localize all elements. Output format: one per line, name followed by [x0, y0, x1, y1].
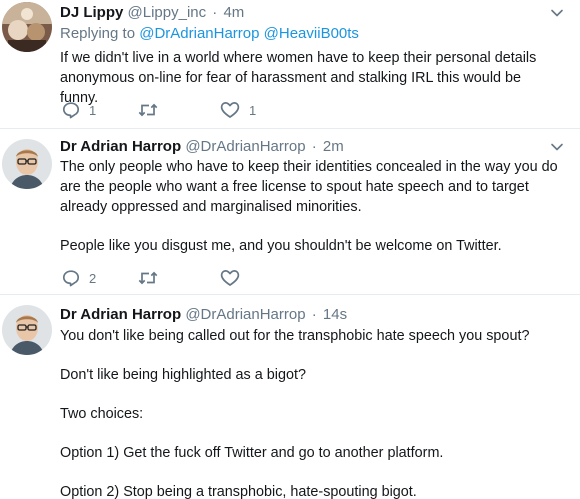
- display-name[interactable]: Dr Adrian Harrop: [60, 306, 181, 323]
- tweet-paragraph: Option 2) Stop being a transphobic, hate…: [60, 484, 417, 499]
- avatar-image: [2, 139, 52, 189]
- tweet-paragraph: Option 1) Get the fuck off Twitter and g…: [60, 445, 444, 461]
- replying-to: Replying to @DrAdrianHarrop @HeaviiB00ts: [60, 24, 359, 44]
- tweet-text: You don't like being called out for the …: [60, 326, 560, 499]
- tweet-paragraph: Don't like being highlighted as a bigot?: [60, 367, 306, 383]
- retweet-icon: [138, 103, 158, 117]
- tweet-header: Dr Adrian Harrop @DrAdrianHarrop · 2m: [60, 137, 344, 157]
- user-handle[interactable]: @DrAdrianHarrop: [185, 306, 305, 323]
- tweet-paragraph: People like you disgust me, and you shou…: [60, 238, 502, 254]
- replying-label: Replying to: [60, 25, 136, 42]
- retweet-button[interactable]: [138, 268, 167, 288]
- tweet-header: DJ Lippy @Lippy_inc · 4m: [60, 3, 244, 23]
- reply-count: 1: [89, 102, 97, 118]
- user-handle[interactable]: @Lippy_inc: [128, 4, 207, 21]
- user-handle[interactable]: @DrAdrianHarrop: [185, 138, 305, 155]
- tweet-header: Dr Adrian Harrop @DrAdrianHarrop · 14s: [60, 305, 347, 325]
- tweet-text: If we didn't live in a world where women…: [60, 48, 560, 108]
- reply-icon: [62, 102, 80, 119]
- like-button[interactable]: [220, 268, 249, 288]
- tweet-text: The only people who have to keep their i…: [60, 157, 560, 256]
- chevron-down-icon[interactable]: [550, 140, 564, 154]
- reply-count: 2: [89, 270, 97, 286]
- avatar-image: [2, 305, 52, 355]
- display-name[interactable]: DJ Lippy: [60, 4, 123, 21]
- timestamp[interactable]: 4m: [223, 4, 244, 21]
- like-count: 1: [249, 102, 257, 118]
- display-name[interactable]: Dr Adrian Harrop: [60, 138, 181, 155]
- avatar[interactable]: [2, 139, 52, 189]
- chevron-down-icon[interactable]: [550, 6, 564, 20]
- reply-button[interactable]: 2: [62, 268, 96, 288]
- tweet-adrian-harrop[interactable]: Dr Adrian Harrop @DrAdrianHarrop · 2m Th…: [0, 129, 580, 294]
- heart-icon: [220, 270, 240, 286]
- retweet-icon: [138, 271, 158, 285]
- tweet-adrian-harrop-latest[interactable]: Dr Adrian Harrop @DrAdrianHarrop · 14s Y…: [0, 295, 580, 499]
- tweet-paragraph: If we didn't live in a world where women…: [60, 50, 537, 106]
- tweet-paragraph: The only people who have to keep their i…: [60, 159, 558, 215]
- reply-icon: [62, 270, 80, 287]
- mention-link[interactable]: @DrAdrianHarrop: [139, 25, 259, 42]
- separator-dot: ·: [212, 4, 218, 21]
- heart-icon: [220, 102, 240, 118]
- tweet-paragraph: Two choices:: [60, 406, 144, 422]
- avatar[interactable]: [2, 305, 52, 355]
- separator-dot: ·: [311, 306, 317, 323]
- timestamp[interactable]: 2m: [323, 138, 344, 155]
- timestamp[interactable]: 14s: [323, 306, 347, 323]
- retweet-button[interactable]: [138, 100, 167, 120]
- mention-link[interactable]: @HeaviiB00ts: [264, 25, 359, 42]
- avatar-image: [2, 2, 52, 52]
- separator-dot: ·: [311, 138, 317, 155]
- like-button[interactable]: 1: [220, 100, 256, 120]
- tweet-paragraph: You don't like being called out for the …: [60, 328, 530, 344]
- reply-button[interactable]: 1: [62, 100, 96, 120]
- tweet-dj-lippy[interactable]: DJ Lippy @Lippy_inc · 4m Replying to @Dr…: [0, 0, 580, 128]
- avatar[interactable]: [2, 2, 52, 52]
